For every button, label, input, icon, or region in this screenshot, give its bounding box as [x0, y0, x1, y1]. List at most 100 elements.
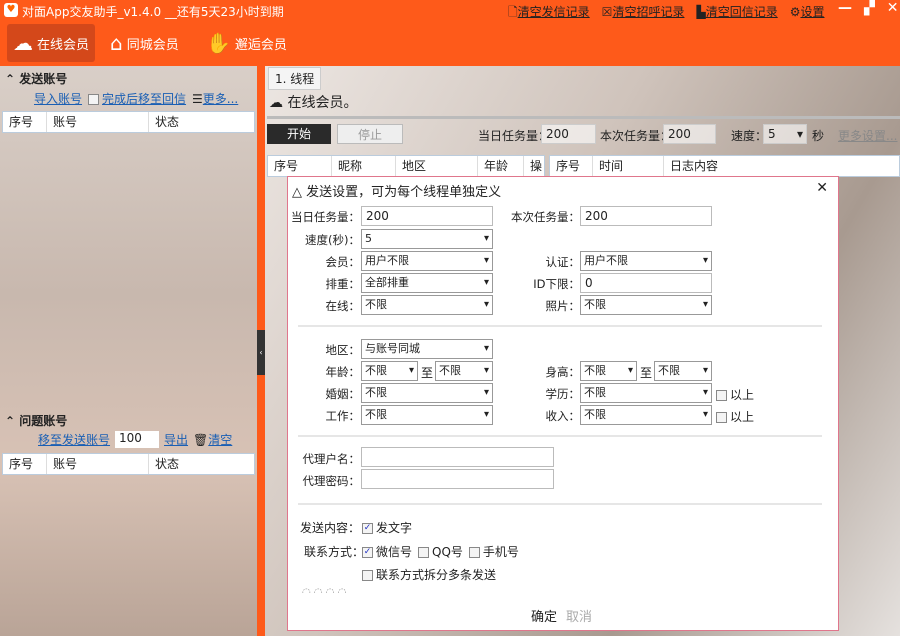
member-select[interactable]: 用户不限 — [361, 251, 493, 271]
col-index: 序号 — [3, 454, 47, 474]
income-label: 收入： — [545, 409, 581, 423]
start-button[interactable]: 开始 — [267, 124, 331, 144]
dialog-title-text: 发送设置，可为每个线程单独定义 — [306, 185, 502, 200]
nav-local-members[interactable]: ⌂ 同城会员 — [104, 24, 185, 62]
edu-select[interactable]: 不限 — [580, 383, 712, 403]
this-label: 本次任务量： — [511, 210, 580, 224]
nav-label: 在线会员 — [37, 37, 90, 53]
cancel-button[interactable]: 取消 — [566, 606, 592, 625]
region-label: 地区： — [325, 343, 361, 357]
speed-value: 5 — [768, 127, 776, 141]
edu-label: 学历： — [545, 387, 581, 401]
dedup-select[interactable]: 全部排重 — [361, 273, 493, 293]
job-select[interactable]: 不限 — [361, 405, 493, 425]
nav-online-members[interactable]: ☁ 在线会员 — [7, 24, 96, 62]
speed-select[interactable]: 5 ▾ — [763, 124, 807, 144]
minimize-button[interactable]: — — [838, 0, 852, 16]
text-checkbox[interactable]: ✓ 发文字 — [362, 519, 412, 536]
col-index: 序号 — [3, 112, 47, 132]
cloud-upload-icon: ☁ — [13, 31, 33, 55]
this-input[interactable]: 200 — [580, 206, 712, 226]
clear-reply-button[interactable]: ▙清空回信记录 — [696, 3, 777, 24]
idmin-input[interactable]: 0 — [580, 273, 712, 293]
clear-link[interactable]: 🗑清空 — [193, 431, 232, 448]
proxy-user-input[interactable] — [361, 447, 554, 467]
import-accounts-link[interactable]: 导入账号 — [34, 90, 82, 107]
qq-checkbox[interactable]: QQ号 — [418, 543, 463, 560]
member-label: 会员： — [325, 255, 361, 269]
contact-label: 联系方式： — [304, 545, 365, 559]
job-label: 工作： — [325, 409, 361, 423]
send-accounts-header[interactable]: ⌃ 发送账号 — [5, 70, 67, 87]
nav-encounter-members[interactable]: ✋ 邂逅会员 — [200, 24, 293, 62]
count-input[interactable]: 100 — [115, 431, 160, 448]
speed-label: 速度(秒)： — [305, 233, 360, 247]
to-label: 至 — [421, 366, 434, 380]
col-index: 序号 — [550, 156, 593, 176]
more-settings-link[interactable]: 更多设置... — [838, 127, 897, 144]
wechat-label: 微信号 — [376, 545, 413, 559]
move-to-send-link[interactable]: 移至发送账号 — [38, 431, 110, 448]
clear-greet-label: 清空招呼记录 — [612, 5, 685, 19]
marriage-select[interactable]: 不限 — [361, 383, 493, 403]
tab-thread-1[interactable]: 1. 线程 — [268, 67, 322, 90]
nav-label: 邂逅会员 — [234, 37, 287, 53]
clear-greet-button[interactable]: ☒清空招呼记录 — [602, 3, 685, 24]
divider — [298, 325, 822, 327]
export-link[interactable]: 导出 — [164, 431, 188, 448]
income-above-checkbox[interactable]: 以上 — [716, 408, 754, 425]
ok-button[interactable]: 确定 — [531, 606, 557, 625]
problem-accounts-header[interactable]: ⌃ 问题账号 — [5, 412, 67, 429]
photo-select[interactable]: 不限 — [580, 295, 712, 315]
col-account: 账号 — [47, 454, 149, 474]
daily-input[interactable]: 200 — [541, 124, 596, 144]
clear-sent-button[interactable]: 🗋清空发信记录 — [508, 3, 590, 24]
split-label: 联系方式拆分多条发送 — [376, 568, 497, 582]
more-link[interactable]: ☰更多... — [192, 90, 238, 107]
marriage-label: 婚姻： — [325, 387, 361, 401]
restore-button[interactable]: ▞ — [864, 0, 875, 16]
height-label: 身高： — [545, 365, 581, 379]
col-nickname: 昵称 — [332, 156, 396, 176]
col-age: 年龄 — [478, 156, 524, 176]
proxy-user-label: 代理户名： — [302, 452, 361, 466]
move-after-checkbox[interactable]: 完成后移至回信 — [88, 90, 186, 107]
problem-accounts-title: 问题账号 — [19, 414, 68, 428]
proxy-pass-input[interactable] — [361, 469, 554, 489]
height-from-select[interactable]: 不限 — [580, 361, 637, 381]
dedup-label: 排重： — [325, 277, 361, 291]
wechat-checkbox[interactable]: ✓ 微信号 — [362, 543, 412, 560]
edu-above-checkbox[interactable]: 以上 — [716, 386, 754, 403]
stop-button[interactable]: 停止 — [337, 124, 403, 144]
age-to-select[interactable]: 不限 — [435, 361, 493, 381]
dialog-close-button[interactable]: ✕ — [816, 180, 828, 196]
divider — [267, 116, 900, 119]
daily-input[interactable]: 200 — [361, 206, 493, 226]
settings-button[interactable]: ⚙设置 — [790, 3, 825, 24]
clear-label: 清空 — [208, 433, 233, 447]
member-table-header: 序号 昵称 地区 年龄 操 — [267, 155, 545, 177]
collapse-handle[interactable]: ‹ — [257, 330, 265, 375]
divider — [298, 435, 822, 437]
clear-sent-label: 清空发信记录 — [517, 5, 590, 19]
region-select[interactable]: 与账号同城 — [361, 339, 493, 359]
content-label: 发送内容： — [300, 521, 361, 535]
income-select[interactable]: 不限 — [580, 405, 712, 425]
online-select[interactable]: 不限 — [361, 295, 493, 315]
split-checkbox[interactable]: 联系方式拆分多条发送 — [362, 566, 496, 583]
col-status: 状态 — [155, 457, 180, 471]
this-input[interactable]: 200 — [663, 124, 716, 144]
phone-checkbox[interactable]: 手机号 — [468, 543, 519, 560]
heading-text: 在线会员。 — [287, 95, 358, 111]
close-button[interactable]: ✕ — [887, 0, 899, 16]
daily-label: 当日任务量： — [478, 129, 551, 143]
height-to-select[interactable]: 不限 — [654, 361, 712, 381]
speed-select[interactable]: 5 — [361, 229, 493, 249]
dialog-title: △ 发送设置，可为每个线程单独定义 — [292, 185, 502, 200]
sec-label: 秒 — [812, 129, 825, 143]
problem-accounts-table-header: 序号 账号 状态 — [2, 453, 255, 475]
online-label: 在线： — [325, 299, 361, 313]
age-from-select[interactable]: 不限 — [361, 361, 418, 381]
more-label: 更多... — [202, 92, 239, 106]
auth-select[interactable]: 用户不限 — [580, 251, 712, 271]
